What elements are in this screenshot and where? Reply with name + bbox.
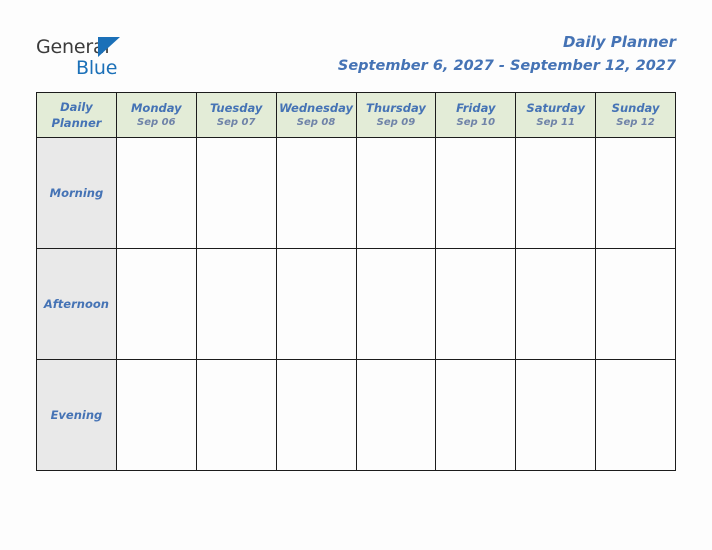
slot-evening-wednesday[interactable]	[275, 359, 357, 471]
slot-evening-monday[interactable]	[115, 359, 197, 471]
slot-afternoon-sunday[interactable]	[595, 248, 676, 360]
day-date: Sep 11	[536, 116, 575, 128]
date-range: September 6, 2027 - September 12, 2027	[337, 58, 676, 74]
period-label-afternoon: Afternoon	[36, 248, 117, 360]
title-block: Daily Planner September 6, 2027 - Septem…	[338, 32, 676, 77]
corner-label-line1: Daily	[60, 100, 93, 114]
period-label-text: Afternoon	[43, 297, 109, 311]
day-date: Sep 12	[616, 116, 655, 128]
slot-afternoon-saturday[interactable]	[515, 248, 597, 360]
page-header: General Blue Daily Planner September 6, …	[0, 0, 712, 92]
slot-morning-sunday[interactable]	[595, 137, 676, 249]
slot-morning-monday[interactable]	[115, 137, 197, 249]
corner-header-cell: Daily Planner	[36, 92, 117, 138]
day-date: Sep 08	[296, 116, 336, 128]
period-label-evening: Evening	[36, 359, 117, 471]
slot-morning-thursday[interactable]	[355, 137, 437, 249]
period-label-text: Morning	[49, 186, 104, 200]
day-header-monday: Monday Sep 06	[115, 92, 197, 138]
day-header-saturday: Saturday Sep 11	[515, 92, 597, 138]
planner-table: Daily Planner Monday Sep 06 Tuesday Sep …	[36, 92, 676, 471]
slot-afternoon-tuesday[interactable]	[195, 248, 277, 360]
brand-logo: General Blue	[36, 36, 156, 84]
table-header-row: Daily Planner Monday Sep 06 Tuesday Sep …	[36, 92, 676, 138]
planner-table-wrapper: Daily Planner Monday Sep 06 Tuesday Sep …	[36, 92, 676, 471]
day-name: Saturday	[526, 100, 585, 115]
slot-morning-saturday[interactable]	[515, 137, 597, 249]
triangle-icon	[98, 37, 120, 57]
slot-evening-saturday[interactable]	[515, 359, 597, 471]
day-date: Sep 06	[137, 116, 176, 128]
corner-label-line2: Planner	[51, 116, 102, 130]
day-name: Wednesday	[279, 100, 354, 115]
day-date: Sep 09	[376, 116, 416, 128]
slot-evening-thursday[interactable]	[355, 359, 437, 471]
table-row-afternoon: Afternoon	[36, 248, 676, 360]
day-header-tuesday: Tuesday Sep 07	[195, 92, 277, 138]
period-label-text: Evening	[50, 408, 103, 422]
slot-afternoon-wednesday[interactable]	[275, 248, 357, 360]
day-name: Tuesday	[210, 100, 263, 115]
slot-afternoon-thursday[interactable]	[355, 248, 437, 360]
day-name: Friday	[456, 100, 496, 115]
slot-evening-tuesday[interactable]	[195, 359, 277, 471]
day-header-wednesday: Wednesday Sep 08	[275, 92, 357, 138]
table-row-evening: Evening	[36, 359, 676, 471]
slot-morning-wednesday[interactable]	[275, 137, 357, 249]
day-name: Thursday	[366, 100, 426, 115]
day-header-friday: Friday Sep 10	[435, 92, 517, 138]
day-date: Sep 07	[216, 116, 256, 128]
slot-evening-sunday[interactable]	[595, 359, 676, 471]
slot-afternoon-friday[interactable]	[435, 248, 517, 360]
table-row-morning: Morning	[36, 137, 676, 249]
day-header-sunday: Sunday Sep 12	[595, 92, 676, 138]
slot-evening-friday[interactable]	[435, 359, 517, 471]
day-date: Sep 10	[456, 116, 496, 128]
slot-morning-tuesday[interactable]	[195, 137, 277, 249]
day-header-thursday: Thursday Sep 09	[355, 92, 437, 138]
day-name: Monday	[130, 100, 182, 115]
period-label-morning: Morning	[36, 137, 117, 249]
slot-morning-friday[interactable]	[435, 137, 517, 249]
brand-name-blue: Blue	[76, 57, 118, 79]
day-name: Sunday	[611, 100, 660, 115]
slot-afternoon-monday[interactable]	[115, 248, 197, 360]
page-title: Daily Planner	[562, 33, 676, 51]
